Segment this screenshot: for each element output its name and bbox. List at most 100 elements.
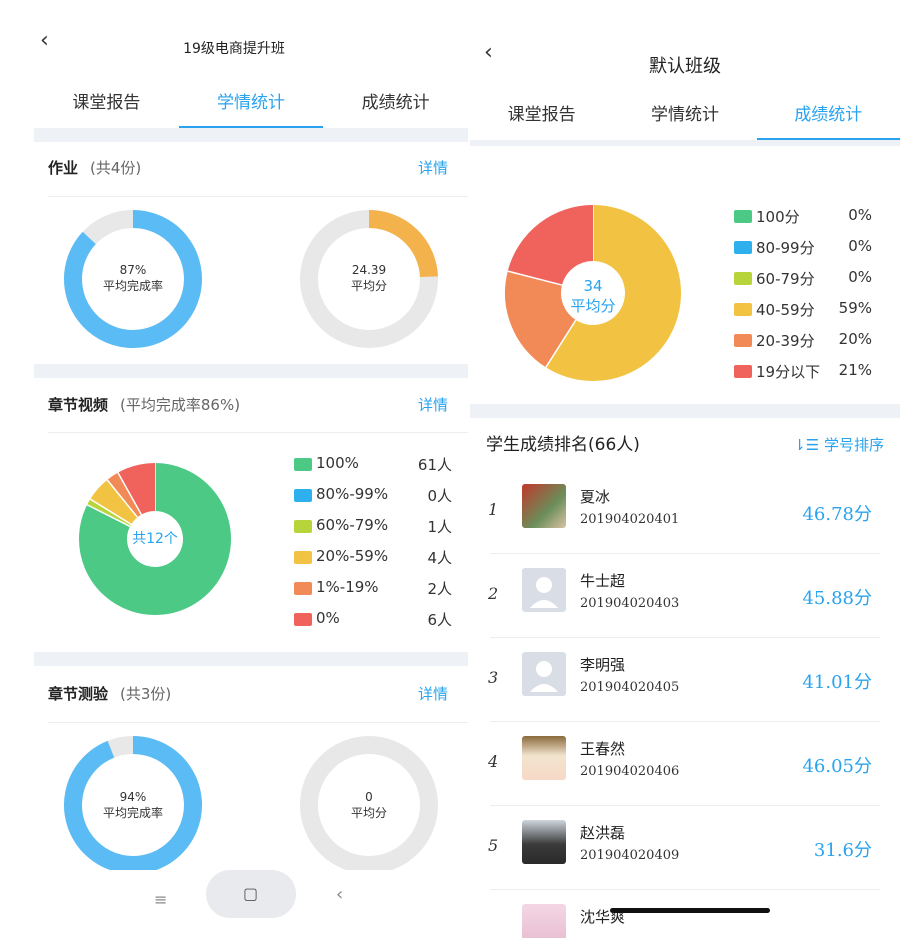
student-row[interactable]: 4 王春然 201904020406 46.05分 [470,722,900,806]
legend-value: 0% [848,206,872,224]
right-header: ‹ 默认班级 [470,0,900,77]
right-phone-screen: ‹ 默认班级 课堂报告 学情统计 成绩统计 34 平均分 100分 0% 80-99… [470,0,900,938]
legend-item: 60%-79% 1人 [294,516,454,547]
nav-back-icon[interactable]: ‹ [336,884,343,905]
quiz-completion-percent: 94% [119,790,147,804]
homework-average-score: 24.39 [351,263,387,277]
average-score-caption: 平均分 [570,297,616,315]
homework-title: 作业 [48,159,79,177]
student-row[interactable]: 3 李明强 201904020405 41.01分 [470,638,900,722]
legend-label: 19分以下 [756,363,821,381]
legend-label: 60%-79% [316,516,389,534]
left-header: ‹ 19级电商提升班 [0,0,468,58]
legend-value: 1人 [427,518,452,536]
home-button[interactable]: ▢ [206,870,296,918]
student-row[interactable]: 2 牛士超 201904020403 45.88分 [470,554,900,638]
homework-average-label: 24.39 平均分 [298,262,440,294]
sort-label: 学号排序 [823,436,884,454]
tab-score-stats[interactable]: 成绩统计 [323,80,468,128]
tab-class-report[interactable]: 课堂报告 [34,80,179,128]
left-phone-screen: ‹ 19级电商提升班 课堂报告 学情统计 成绩统计 作业 (共4份) 详情 87%… [0,0,468,938]
tab-class-report[interactable]: 课堂报告 [470,92,613,140]
quiz-average-caption: 平均分 [350,806,387,820]
homework-completion-percent: 87% [119,263,147,277]
default-person-icon [530,577,558,608]
page-title: 19级电商提升班 [183,41,285,57]
ranking-header: 学生成绩排名(66人) ⇂☰ 学号排序 [486,425,884,465]
quiz-average-score: 0 [365,790,373,804]
legend-label: 1%-19% [316,578,379,596]
student-score: 41.01分 [802,672,872,693]
legend-swatch [294,613,312,626]
student-name: 赵洪磊 [580,824,626,842]
legend-item: 60-79分 0% [734,268,876,299]
average-score-value: 34 [583,277,603,295]
quiz-completion-caption: 平均完成率 [102,806,163,820]
legend-value: 59% [838,299,872,317]
rank-number: 5 [488,836,499,855]
video-title: 章节视频 [48,396,109,414]
tab-learning-stats[interactable]: 学情统计 [178,80,324,128]
divider [48,722,468,723]
legend-item: 100% 61人 [294,454,454,485]
legend-swatch [294,458,312,471]
video-header: 章节视频 (平均完成率86%) 详情 [48,385,448,425]
section-gap [34,128,468,142]
ranking-list: 1 夏冰 201904020401 46.78分 2 牛士超 201904020403 45.… [470,470,900,938]
student-id: 201904020403 [580,596,680,611]
video-donut-center-label: 共12个 [132,531,178,547]
section-gap [34,652,468,666]
rank-number: 1 [488,500,499,519]
legend-item: 40-59分 59% [734,299,876,330]
legend-item: 100分 0% [734,206,876,237]
default-person-icon [530,661,558,692]
homework-details-link[interactable]: 详情 [418,148,448,188]
legend-swatch [294,582,312,595]
legend-item: 19分以下 21% [734,361,876,392]
legend-swatch [294,489,312,502]
avatar [522,484,566,528]
student-row[interactable]: 1 夏冰 201904020401 46.78分 [470,470,900,554]
menu-icon[interactable]: ≡ [154,890,167,909]
student-score: 31.6分 [813,840,872,861]
video-details-link[interactable]: 详情 [418,385,448,425]
student-row[interactable]: 沈华爽 [470,890,900,938]
rank-number: 4 [488,752,499,771]
legend-item: 20-39分 20% [734,330,876,361]
section-gap [34,364,468,378]
page-title: 默认班级 [649,56,721,77]
student-id: 201904020405 [580,680,680,695]
quiz-average-label: 0 平均分 [298,789,440,821]
score-donut-center: 34 平均分 [504,276,682,316]
legend-value: 20% [838,330,872,348]
quiz-completion-label: 94% 平均完成率 [62,789,204,821]
video-subtitle: (平均完成率86%) [120,396,241,414]
legend-label: 80-99分 [756,239,815,257]
sort-by-id-button[interactable]: ⇂☰ 学号排序 [793,425,884,465]
student-row[interactable]: 5 赵洪磊 201904020409 31.6分 [470,806,900,890]
square-icon: ▢ [243,884,259,903]
legend-value: 6人 [427,611,452,629]
student-id: 201904020401 [580,512,680,527]
home-indicator [610,908,770,913]
video-legend: 100% 61人 80%-99% 0人 60%-79% 1人 20%-59% 4人 1%-19%… [294,454,454,640]
legend-value: 0% [848,268,872,286]
homework-completion-label: 87% 平均完成率 [62,262,204,294]
legend-swatch [734,365,752,378]
tab-learning-stats[interactable]: 学情统计 [613,92,756,140]
legend-value: 2人 [427,580,452,598]
video-donut-slice-5 [117,463,157,516]
homework-header: 作业 (共4份) 详情 [48,148,448,188]
student-id: 201904020406 [580,764,680,779]
left-tab-bar: 课堂报告 学情统计 成绩统计 [34,80,468,128]
legend-label: 100分 [756,208,800,226]
student-id: 201904020409 [580,848,680,863]
tab-score-stats[interactable]: 成绩统计 [756,92,900,140]
avatar [522,904,566,938]
quiz-details-link[interactable]: 详情 [418,674,448,714]
quiz-subtitle: (共3份) [120,685,172,703]
legend-value: 4人 [427,549,452,567]
ranking-title: 学生成绩排名(66人) [486,435,640,455]
right-tab-bar: 课堂报告 学情统计 成绩统计 [470,92,900,140]
video-donut-slice-4 [107,472,142,518]
